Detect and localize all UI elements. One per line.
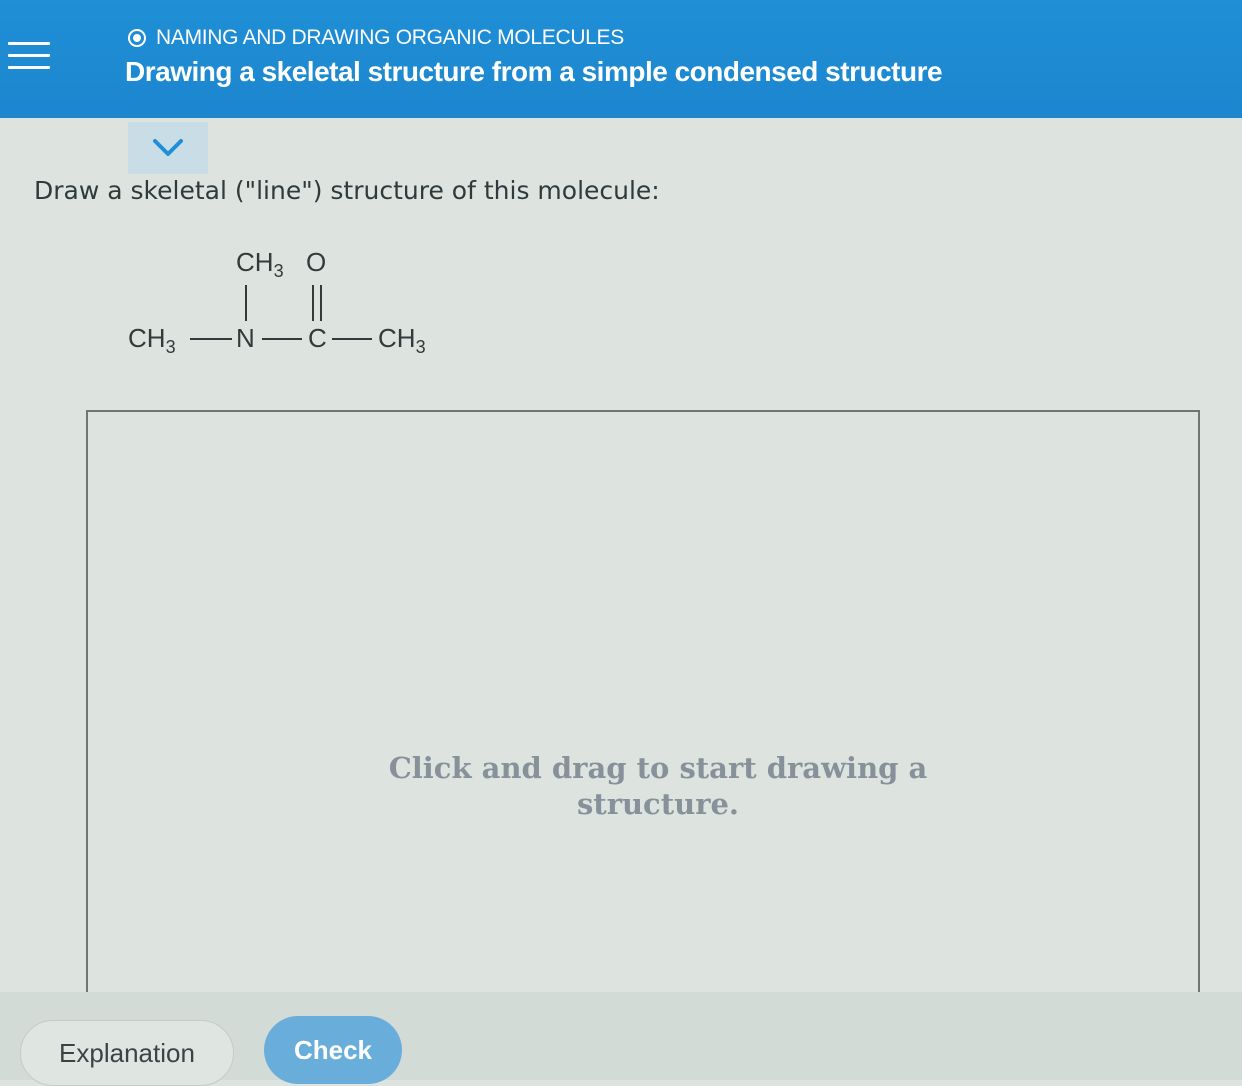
explanation-button[interactable]: Explanation xyxy=(20,1020,234,1086)
atom-oxygen: O xyxy=(306,247,327,277)
topic-circle-icon xyxy=(128,29,146,47)
question-prompt: Draw a skeletal ("line") structure of th… xyxy=(34,176,660,205)
hamburger-menu-icon[interactable] xyxy=(8,42,50,86)
canvas-hint: Click and drag to start drawing a struct… xyxy=(388,751,928,821)
atom-carbon: C xyxy=(308,323,327,353)
topic-label: NAMING AND DRAWING ORGANIC MOLECULES xyxy=(156,26,624,49)
chevron-down-icon xyxy=(153,139,183,156)
atom-ch3-top: CH3 xyxy=(236,247,284,282)
atom-ch3-right: CH3 xyxy=(378,323,426,358)
check-button[interactable]: Check xyxy=(264,1016,402,1084)
collapse-toggle[interactable] xyxy=(128,122,208,174)
atom-ch3-left: CH3 xyxy=(128,323,176,358)
header-bar: NAMING AND DRAWING ORGANIC MOLECULES Dra… xyxy=(0,0,1242,118)
topic-heading: NAMING AND DRAWING ORGANIC MOLECULES xyxy=(128,26,624,50)
lesson-title: Drawing a skeletal structure from a simp… xyxy=(125,56,943,87)
condensed-structure: CH3 O CH3 N C CH3 xyxy=(120,235,460,365)
atom-nitrogen: N xyxy=(236,323,255,353)
drawing-canvas[interactable]: Click and drag to start drawing a struct… xyxy=(86,410,1200,1010)
